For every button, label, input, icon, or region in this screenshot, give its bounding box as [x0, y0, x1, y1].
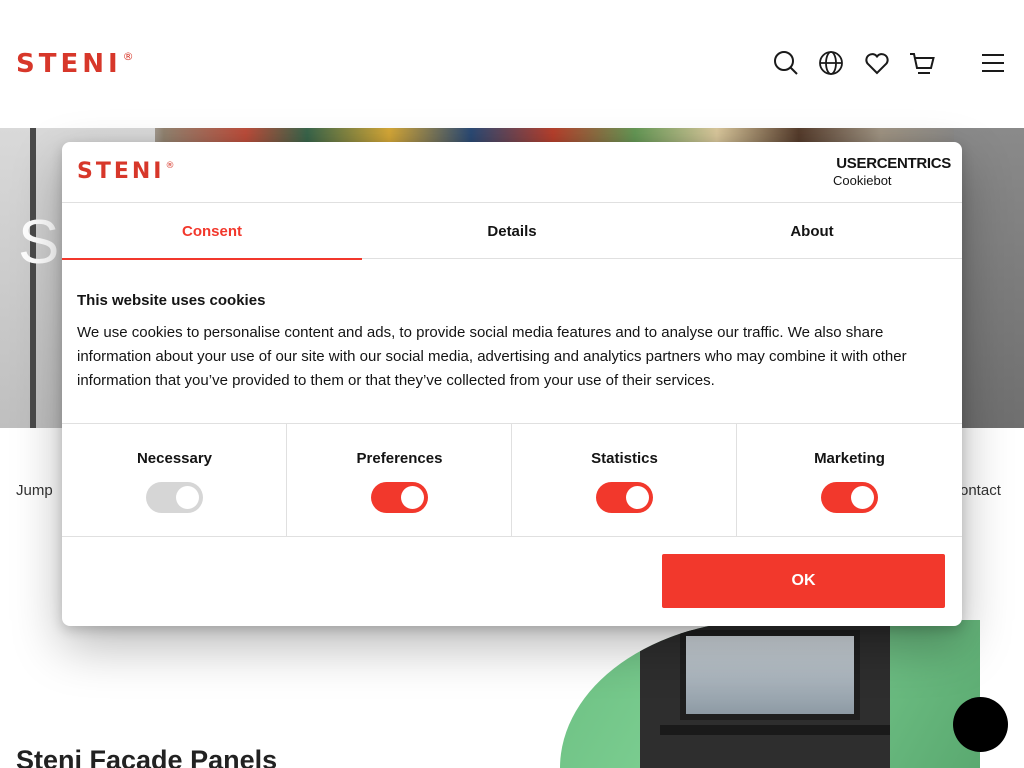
menu-icon[interactable]	[978, 48, 1008, 78]
heart-icon[interactable]	[862, 48, 892, 78]
jump-to-label[interactable]: Jump	[16, 481, 53, 501]
hero-image-pipe	[30, 128, 36, 428]
site-header: STENI ®	[0, 0, 1024, 128]
cookie-description: We use cookies to personalise content an…	[77, 324, 907, 389]
marketing-toggle[interactable]	[821, 482, 878, 513]
usercentrics-title: USERCENTRICS	[836, 155, 951, 172]
tab-details[interactable]: Details	[362, 203, 662, 259]
cookie-heading: This website uses cookies	[77, 292, 266, 309]
category-preferences: Preferences	[287, 424, 512, 536]
category-necessary: Necessary	[62, 424, 287, 536]
toggle-knob	[851, 486, 874, 509]
chat-button[interactable]	[953, 697, 1008, 752]
building-window-sill	[660, 725, 890, 735]
toggle-knob	[401, 486, 424, 509]
preferences-toggle[interactable]	[371, 482, 428, 513]
category-necessary-label: Necessary	[136, 450, 213, 467]
tab-about[interactable]: About	[662, 203, 962, 259]
category-statistics: Statistics	[512, 424, 737, 536]
dialog-logo-registered-mark: ®	[165, 161, 175, 171]
toggle-knob	[626, 486, 649, 509]
building-window	[680, 630, 860, 720]
hero-title: S	[18, 208, 61, 277]
cookie-category-toggles: Necessary Preferences Statistics Marketi…	[62, 423, 962, 537]
search-icon[interactable]	[771, 48, 801, 78]
usercentrics-logo[interactable]: USERCENTRICS Cookiebot	[833, 155, 951, 189]
cookie-consent-dialog: STENI ® USERCENTRICS Cookiebot Consent D…	[62, 142, 962, 626]
contact-link[interactable]: ontact	[960, 481, 1001, 501]
hero-image-facade	[954, 128, 1024, 428]
necessary-toggle[interactable]	[146, 482, 203, 513]
category-statistics-label: Statistics	[591, 450, 658, 467]
ok-button[interactable]: OK	[662, 554, 945, 608]
dialog-header: STENI ® USERCENTRICS Cookiebot	[62, 142, 962, 203]
consent-tabs: Consent Details About	[62, 203, 962, 260]
cookiebot-label: Cookiebot	[833, 173, 892, 188]
dialog-logo-text: STENI	[77, 159, 165, 184]
globe-icon[interactable]	[816, 48, 846, 78]
cart-icon[interactable]	[907, 48, 937, 78]
tab-consent[interactable]: Consent	[62, 203, 362, 260]
category-marketing-label: Marketing	[814, 450, 885, 467]
category-preferences-label: Preferences	[356, 450, 443, 467]
product-image	[560, 620, 980, 768]
toggle-knob	[176, 486, 199, 509]
category-marketing: Marketing	[737, 424, 962, 536]
section-title: Steni Facade Panels	[16, 745, 278, 768]
site-logo-registered-mark: ®	[122, 50, 134, 63]
site-logo[interactable]: STENI ®	[16, 50, 134, 78]
site-logo-text: STENI	[16, 49, 122, 79]
dialog-logo: STENI ®	[77, 160, 174, 184]
statistics-toggle[interactable]	[596, 482, 653, 513]
